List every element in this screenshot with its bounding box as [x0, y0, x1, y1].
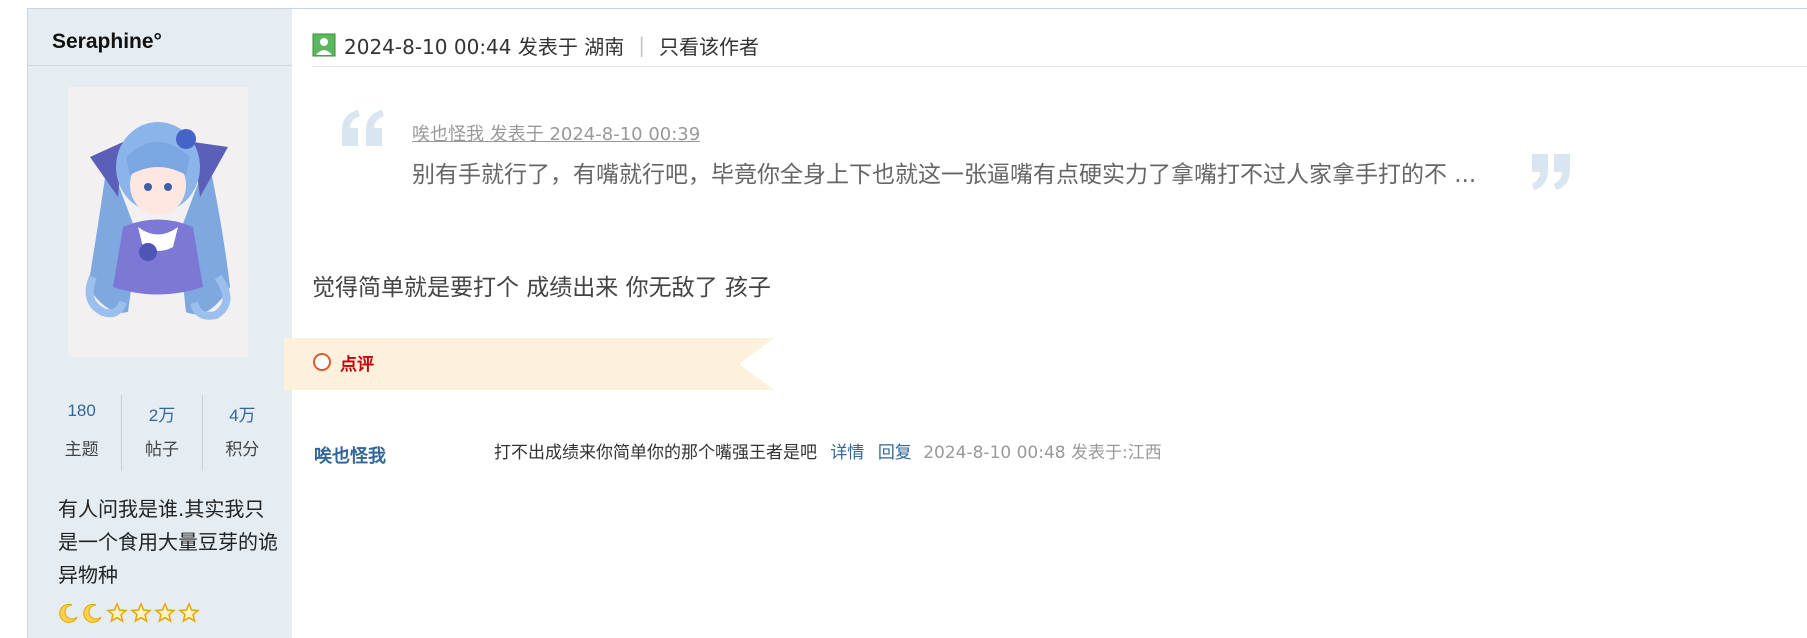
- post-header: 2024-8-10 00:44 发表于 湖南 | 只看该作者: [312, 28, 759, 62]
- stat-value[interactable]: 4万: [203, 401, 282, 427]
- star-icon: [106, 602, 128, 623]
- anime-girl-avatar-image: [68, 87, 248, 357]
- stat-label: 帖子: [144, 440, 179, 460]
- stat-threads[interactable]: 180 主题: [42, 395, 123, 471]
- stat-label: 积分: [225, 440, 260, 460]
- author-stats: 180 主题 2万 帖子 4万 积分: [42, 395, 282, 471]
- stat-label: 主题: [64, 440, 99, 460]
- comment-text: 打不出成绩来你简单你的那个嘴强王者是吧: [494, 443, 817, 463]
- quote-open-icon: [342, 110, 384, 146]
- quote-close-icon: [1532, 154, 1570, 190]
- stat-value[interactable]: 180: [42, 401, 121, 427]
- quote-source-link[interactable]: 唉也怪我 发表于 2024-8-10 00:39: [412, 120, 700, 146]
- author-signature: 有人问我是谁.其实我只是一个食用大量豆芽的诡异物种: [58, 497, 278, 587]
- only-author-link[interactable]: 只看该作者: [659, 31, 759, 60]
- comment-circle-icon: [313, 353, 331, 371]
- comment-row: 打不出成绩来你简单你的那个嘴强王者是吧 详情 回复 2024-8-10 00:4…: [494, 438, 1162, 463]
- comment-user-link[interactable]: 唉也怪我: [314, 442, 386, 468]
- comment-reply-link[interactable]: 回复: [878, 443, 912, 463]
- header-divider: [312, 66, 1807, 67]
- stat-posts[interactable]: 2万 帖子: [122, 395, 203, 471]
- star-icon: [130, 602, 152, 623]
- moon-icon: [83, 603, 102, 623]
- star-icon: [178, 602, 200, 623]
- online-user-icon: [312, 33, 336, 57]
- stat-points[interactable]: 4万 积分: [203, 395, 282, 471]
- moon-icon: [59, 603, 78, 623]
- post-timestamp: 2024-8-10 00:44 发表于 湖南: [344, 34, 625, 59]
- stat-value[interactable]: 2万: [122, 401, 201, 427]
- level-icons: [58, 602, 200, 624]
- star-icon: [154, 602, 176, 623]
- post-content: 觉得简单就是要打个 成绩出来 你无敌了 孩子: [312, 275, 771, 301]
- quote-text: 别有手就行了，有嘴就行吧，毕竟你全身上下也就这一张逼嘴有点硬实力了拿嘴打不过人家…: [412, 162, 1477, 188]
- comment-meta: 2024-8-10 00:48 发表于:江西: [923, 443, 1162, 463]
- header-separator: |: [638, 33, 645, 57]
- sidebar-divider: [28, 65, 292, 66]
- comment-detail-link[interactable]: 详情: [830, 443, 864, 463]
- post-frame-top-border: [27, 8, 1807, 9]
- avatar[interactable]: [68, 87, 248, 357]
- comment-section-label: 点评: [340, 355, 374, 375]
- author-name-link[interactable]: Seraphine°: [52, 30, 162, 54]
- author-sidebar: Seraphine° 180 主题 2万 帖子 4万 积分 有人问我是谁.其实我…: [28, 9, 292, 638]
